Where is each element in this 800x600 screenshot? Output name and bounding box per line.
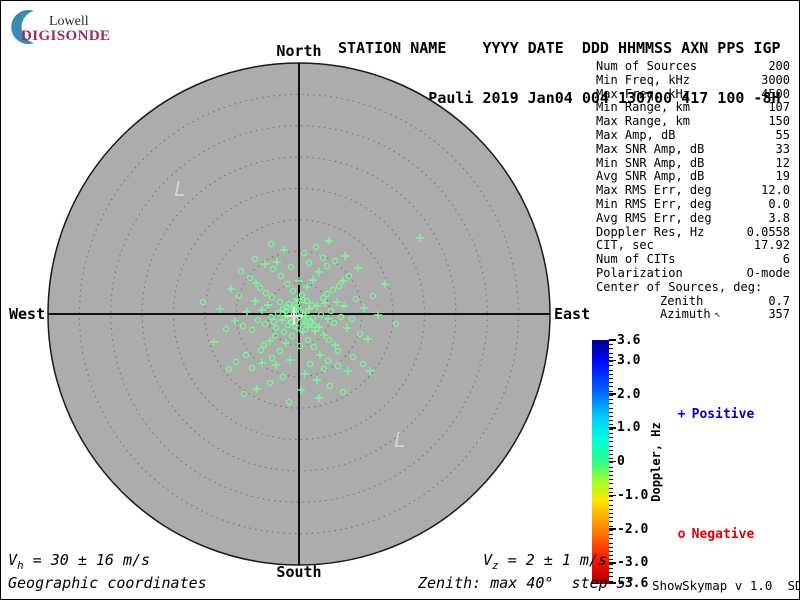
colorbar-minor-tick [609, 432, 613, 434]
zenith-range-note: Zenith: max 40° step 5° [418, 574, 635, 592]
colorbar-minor-tick [609, 529, 613, 531]
colorbar-major-tick [609, 339, 616, 341]
colorbar-major-tick [609, 427, 616, 429]
colorbar-minor-tick [609, 542, 613, 544]
colorbar-minor-tick [609, 487, 613, 489]
legend-positive-label: Positive [691, 407, 755, 422]
colorbar-minor-tick [609, 352, 613, 354]
colorbar-minor-tick [609, 504, 613, 506]
colorbar-minor-tick [609, 466, 613, 468]
vh-value: = 30 ± 16 m/s [23, 551, 151, 569]
colorbar-major-tick [609, 494, 616, 497]
l-annotation-southeast: L [394, 428, 406, 452]
colorbar-minor-tick [609, 534, 613, 536]
legend-negative-label: Negative [691, 527, 755, 542]
l-annotation-northwest: L [174, 177, 186, 201]
colorbar-tick-label: 3.6 [617, 332, 641, 348]
colorbar-minor-tick [609, 424, 613, 426]
vz-symbol: V [483, 551, 493, 569]
compass-west-label: West [9, 305, 46, 323]
colorbar-minor-tick [609, 369, 613, 371]
colorbar-major-tick [609, 359, 616, 362]
colorbar-minor-tick [609, 361, 613, 363]
colorbar-major-tick [609, 562, 616, 564]
coordinates-note: Geographic coordinates [8, 574, 207, 592]
plus-marker-icon: + [677, 407, 686, 422]
horizontal-velocity-readout: Vh = 30 ± 16 m/s [8, 551, 150, 572]
colorbar-minor-tick [609, 399, 613, 401]
colorbar-minor-tick [609, 525, 613, 527]
vz-subscript: z [492, 559, 499, 572]
colorbar-minor-tick [609, 403, 613, 405]
colorbar-minor-tick [609, 508, 613, 510]
colorbar-minor-tick [609, 538, 613, 540]
colorbar-minor-tick [609, 420, 613, 422]
colorbar-minor-tick [609, 567, 613, 569]
colorbar-major-tick [609, 393, 616, 395]
colorbar-minor-tick [609, 546, 613, 548]
colorbar-major-tick [609, 528, 616, 530]
colorbar-tick-label: 2.0 [617, 386, 641, 402]
colorbar-minor-tick [609, 428, 613, 430]
doppler-axis-label: Doppler, Hz [649, 422, 663, 502]
colorbar-minor-tick [609, 458, 613, 460]
colorbar-minor-tick [609, 373, 613, 375]
colorbar-minor-tick [609, 378, 613, 379]
colorbar-minor-tick [609, 382, 613, 384]
colorbar-minor-tick [609, 475, 613, 476]
vh-symbol: V [8, 551, 18, 569]
colorbar-minor-tick [609, 386, 613, 388]
colorbar-minor-tick [609, 470, 613, 472]
colorbar-minor-tick [609, 390, 613, 392]
colorbar-minor-tick [609, 445, 613, 447]
colorbar-minor-tick [609, 437, 613, 438]
colorbar-major-tick [609, 460, 616, 463]
colorbar-minor-tick [609, 356, 613, 358]
colorbar-minor-tick [609, 559, 613, 561]
skymap-plot: L L [47, 62, 551, 566]
colorbar-minor-tick [609, 365, 613, 367]
colorbar-minor-tick [609, 453, 613, 455]
colorbar-minor-tick [609, 348, 613, 350]
colorbar-minor-tick [609, 394, 613, 396]
colorbar-minor-tick [609, 563, 613, 565]
colorbar-minor-tick [609, 491, 613, 493]
colorbar-tick-label: 3.0 [617, 352, 641, 368]
colorbar-minor-tick [609, 479, 613, 481]
colorbar-minor-tick [609, 572, 613, 573]
colorbar-minor-tick [609, 496, 613, 498]
colorbar-tick-label: -3.0 [617, 555, 649, 571]
legend-positive: + Positive [662, 392, 755, 422]
doppler-colorbar [592, 340, 609, 584]
colorbar-minor-tick [609, 521, 613, 523]
colorbar-minor-tick [609, 555, 613, 557]
colorbar-tick-label: -2.0 [617, 521, 649, 537]
colorbar-tick-label: -1.0 [617, 487, 649, 503]
colorbar-minor-tick [609, 449, 613, 451]
colorbar-minor-tick [609, 513, 613, 514]
colorbar-minor-tick [609, 483, 613, 485]
vz-value: = 2 ± 1 m/s [498, 551, 608, 569]
colorbar-tick-label: 1.0 [617, 420, 641, 436]
compass-north-label: North [276, 42, 322, 60]
vh-subscript: h [17, 559, 24, 572]
colorbar-minor-tick [609, 550, 613, 552]
legend-negative: o Negative [662, 512, 755, 542]
vertical-velocity-readout: Vz = 2 ± 1 m/s [483, 551, 607, 572]
compass-south-label: South [276, 563, 322, 581]
software-version: ShowSkymap v 1.0 SD v 5.1 [652, 578, 800, 593]
colorbar-minor-tick [609, 500, 613, 502]
colorbar-tick-label: 0 [617, 454, 625, 469]
colorbar-minor-tick [609, 415, 613, 417]
colorbar-minor-tick [609, 517, 613, 519]
colorbar-minor-tick [609, 411, 613, 413]
compass-east-label: East [554, 305, 591, 323]
colorbar-minor-tick [609, 441, 613, 443]
colorbar-minor-tick [609, 344, 613, 346]
circle-marker-icon: o [677, 527, 686, 542]
colorbar-minor-tick [609, 407, 613, 409]
colorbar-minor-tick [609, 462, 613, 464]
